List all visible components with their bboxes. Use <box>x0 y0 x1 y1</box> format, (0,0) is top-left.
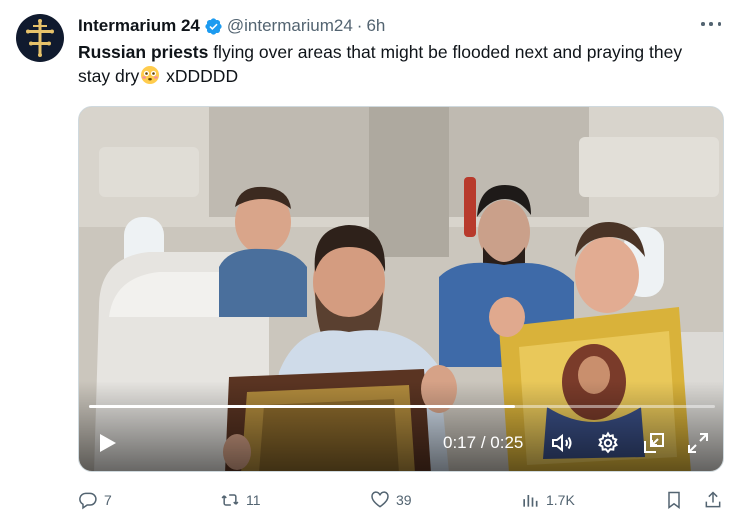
settings-gear-icon <box>598 431 618 454</box>
picture-in-picture-button[interactable] <box>639 425 669 461</box>
user-handle[interactable]: @intermarium24 <box>227 16 353 36</box>
repost-button[interactable]: 11 <box>220 485 261 515</box>
timestamp[interactable]: 6h <box>366 16 385 36</box>
view-count: 1.7K <box>546 492 575 508</box>
bookmark-icon <box>668 491 680 509</box>
video-duration: 0:25 <box>490 433 524 452</box>
volume-icon <box>552 433 572 453</box>
fullscreen-icon <box>688 433 708 453</box>
video-time-separator: / <box>476 433 491 452</box>
tweet-text-suffix: xDDDDD <box>161 66 239 86</box>
share-button[interactable] <box>703 485 723 515</box>
reply-count: 7 <box>104 492 112 508</box>
picture-in-picture-icon <box>644 433 664 453</box>
views-button[interactable]: 1.7K <box>520 485 575 515</box>
repost-count: 11 <box>246 492 261 508</box>
tweet-header: Intermarium 24 @intermarium24 · 6h <box>78 15 385 37</box>
video-player[interactable]: 0:17 / 0:25 <box>78 106 724 472</box>
video-controls: 0:17 / 0:25 <box>79 425 723 461</box>
bookmark-button[interactable] <box>664 485 684 515</box>
more-options-icon[interactable] <box>698 14 724 34</box>
tweet-text-bold: Russian priests <box>78 42 209 62</box>
avatar[interactable] <box>16 14 64 62</box>
tweet-text: Russian priests flying over areas that m… <box>78 40 718 88</box>
share-icon <box>705 491 721 508</box>
heart-icon <box>371 491 389 508</box>
play-button[interactable] <box>93 425 121 461</box>
header-separator: · <box>356 16 363 35</box>
play-icon <box>100 434 116 452</box>
tweet-actions: 7 11 39 1.7K <box>0 485 738 515</box>
reply-icon <box>79 492 97 510</box>
video-current-time: 0:17 <box>443 433 477 452</box>
settings-button[interactable] <box>593 425 623 461</box>
verified-badge-icon <box>204 17 223 36</box>
orthodox-cross-icon <box>26 19 54 57</box>
repost-icon <box>221 494 239 506</box>
tweet-card: Intermarium 24 @intermarium24 · 6h Russi… <box>0 0 738 525</box>
video-time-display: 0:17 / 0:25 <box>443 433 523 453</box>
video-progress-fill <box>89 405 515 408</box>
volume-button[interactable] <box>547 425 577 461</box>
video-progress-bar[interactable] <box>89 405 715 408</box>
flushed-face-emoji <box>140 65 160 85</box>
like-button[interactable]: 39 <box>370 485 412 515</box>
fullscreen-button[interactable] <box>683 425 713 461</box>
reply-button[interactable]: 7 <box>78 485 112 515</box>
like-count: 39 <box>396 492 412 508</box>
display-name[interactable]: Intermarium 24 <box>78 16 200 36</box>
analytics-icon <box>523 495 538 507</box>
